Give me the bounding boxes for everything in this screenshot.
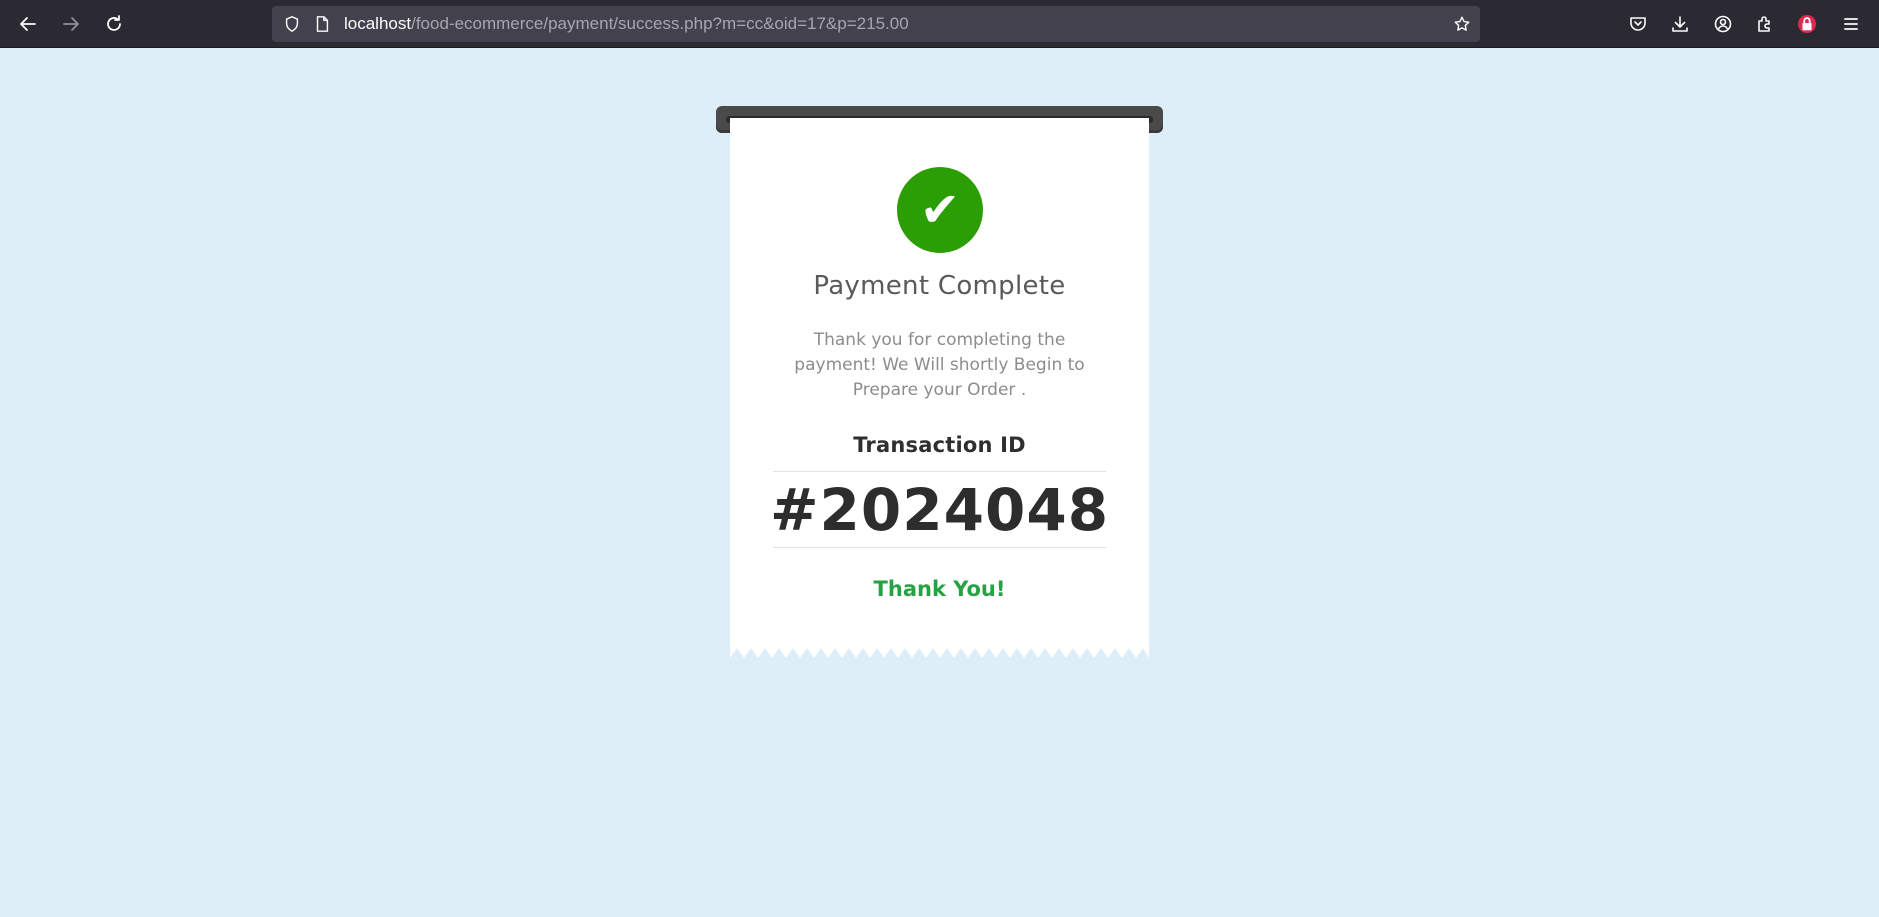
lock-badge-icon bbox=[1798, 15, 1816, 33]
pocket-icon bbox=[1630, 17, 1646, 31]
url-text[interactable]: localhost/food-ecommerce/payment/success… bbox=[344, 6, 909, 42]
forward-button[interactable] bbox=[53, 6, 89, 42]
thank-you-text: Thank You! bbox=[873, 577, 1006, 601]
address-bar[interactable]: localhost/food-ecommerce/payment/success… bbox=[272, 6, 1480, 42]
star-icon[interactable] bbox=[1452, 14, 1472, 34]
browser-toolbar: localhost/food-ecommerce/payment/success… bbox=[0, 0, 1879, 48]
shield-icon[interactable] bbox=[282, 14, 302, 34]
reload-button[interactable] bbox=[96, 6, 132, 42]
download-icon bbox=[1672, 16, 1688, 32]
hamburger-menu-icon bbox=[1844, 18, 1858, 30]
menu-button[interactable] bbox=[1833, 6, 1869, 42]
transaction-id-label: Transaction ID bbox=[853, 433, 1026, 457]
reload-icon bbox=[107, 15, 121, 31]
payment-message: Thank you for completing the payment! We… bbox=[794, 330, 1085, 400]
transaction-id-box: #2024048 bbox=[769, 471, 1110, 548]
extensions-button[interactable] bbox=[1747, 6, 1783, 42]
arrow-left-icon bbox=[20, 17, 36, 31]
downloads-button[interactable] bbox=[1662, 6, 1698, 42]
extensions-icon bbox=[1758, 16, 1770, 32]
pocket-button[interactable] bbox=[1620, 6, 1656, 42]
addon-button[interactable] bbox=[1789, 6, 1825, 42]
account-icon bbox=[1714, 15, 1732, 33]
account-button[interactable] bbox=[1705, 6, 1741, 42]
payment-receipt: ✔ Payment Complete Thank you for complet… bbox=[730, 118, 1149, 648]
check-mark: ✔ bbox=[919, 182, 961, 238]
url-path: /food-ecommerce/payment/success.php?m=cc… bbox=[411, 14, 909, 33]
page-icon bbox=[312, 14, 332, 34]
back-button[interactable] bbox=[10, 6, 46, 42]
url-host: localhost bbox=[344, 14, 412, 33]
receipt-torn-edge bbox=[730, 648, 1149, 658]
success-check-icon: ✔ bbox=[897, 167, 983, 253]
payment-complete-title: Payment Complete bbox=[813, 271, 1066, 301]
arrow-right-icon bbox=[63, 17, 79, 31]
transaction-id-value: #2024048 bbox=[769, 475, 1110, 544]
